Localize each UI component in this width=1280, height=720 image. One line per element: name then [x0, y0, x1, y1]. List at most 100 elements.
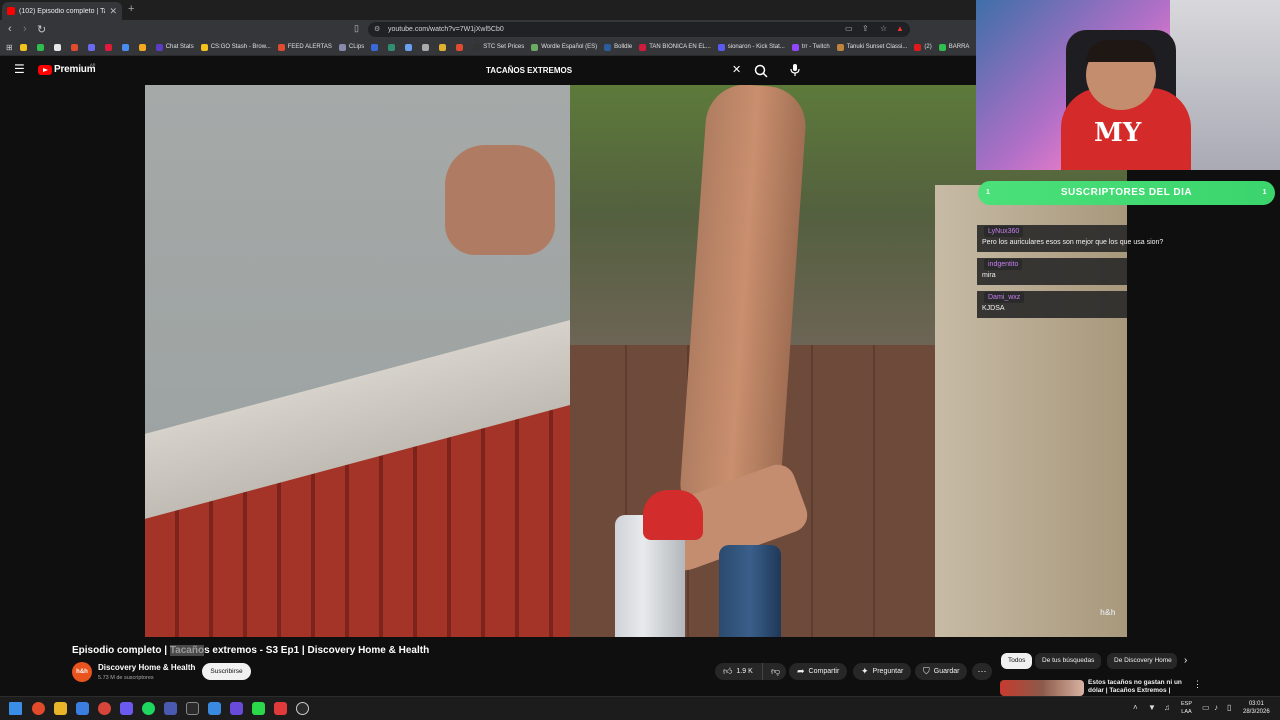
battery-icon[interactable]: ▯ [1227, 703, 1231, 712]
chip-all[interactable]: Todos [1001, 653, 1033, 669]
bookmark-item[interactable]: CLips [338, 43, 364, 51]
bookmark-page-icon[interactable]: ▯ [354, 23, 359, 34]
settings-icon[interactable] [186, 702, 199, 715]
bookmark-item[interactable] [456, 43, 466, 51]
search-input[interactable]: TACAÑOS EXTREMOS [478, 61, 748, 81]
extension-icon[interactable]: ▲ [896, 24, 904, 33]
channel-name[interactable]: Discovery Home & Health [98, 663, 195, 672]
input-language[interactable]: ESP LAA [1181, 700, 1192, 716]
youtube-logo-icon[interactable] [38, 65, 52, 75]
obs-icon[interactable] [230, 702, 243, 715]
chat-username: indgentito [984, 259, 1023, 270]
brave-browser-icon[interactable] [32, 702, 45, 715]
bookmark-item[interactable]: Chat Stats [155, 43, 194, 51]
video-title: Episodio completo | Tacaños extremos - S… [72, 645, 430, 656]
bookmark-item[interactable] [87, 43, 98, 51]
bookmark-favicon-icon [36, 43, 44, 51]
bookmark-item[interactable] [104, 43, 115, 51]
tab-title: (102) Episodio completo | Tacañ [19, 7, 105, 15]
tray-app-icon[interactable]: ▼ [1148, 703, 1156, 712]
clear-search-icon[interactable]: ✕ [732, 63, 741, 76]
windows-start-icon[interactable] [9, 702, 22, 715]
reload-icon[interactable]: ↻ [37, 23, 46, 36]
bookmark-item[interactable] [371, 43, 381, 51]
recommended-video-thumbnail[interactable] [1000, 680, 1084, 696]
ask-button[interactable]: ✦ Preguntar [853, 663, 912, 680]
bookmark-item[interactable]: Bolldle [604, 43, 632, 51]
bookmark-item[interactable] [422, 43, 432, 51]
bookmark-item[interactable] [388, 43, 398, 51]
chevron-right-icon[interactable]: › [1184, 655, 1187, 666]
bookmark-item[interactable]: sionaron - Kick Stat... [717, 43, 785, 51]
recommended-video-title[interactable]: Estos tacaños no gastan ni un dólar | Ta… [1088, 679, 1188, 695]
like-button[interactable]: 👍︎ 1.9 K [715, 663, 762, 680]
share-button[interactable]: ➦ Compartir [789, 663, 848, 680]
bookmark-icon: ⛉ [923, 666, 930, 676]
chip-from-channel[interactable]: De Discovery Home [1107, 653, 1177, 669]
browser-tab[interactable]: (102) Episodio completo | Tacañ ✕ [2, 2, 122, 20]
dislike-button[interactable]: 👎︎ [762, 663, 786, 680]
bookmark-item[interactable]: BARRA [938, 43, 969, 51]
bookmark-item[interactable]: Wordle Español (ES) [531, 43, 597, 51]
system-clock[interactable]: 03:01 28/3/2026 [1243, 700, 1270, 716]
chat-text: mira [982, 272, 996, 279]
kick-icon[interactable] [252, 702, 265, 715]
channel-watermark: h&h [1100, 608, 1116, 617]
bookmark-item[interactable]: TAN BIONICA EN EL... [639, 43, 711, 51]
mail-icon[interactable] [76, 702, 89, 715]
app-icon[interactable] [164, 702, 177, 715]
spotify-icon[interactable] [142, 702, 155, 715]
bookmark-item[interactable]: FEED ALERTAS [277, 43, 332, 51]
microphone-icon[interactable] [789, 63, 801, 77]
chevron-up-icon[interactable]: ˄ [1133, 703, 1138, 712]
bookmark-favicon-icon [456, 43, 464, 51]
more-vertical-icon[interactable]: ⋮ [1193, 679, 1202, 690]
menu-icon[interactable]: ☰ [14, 62, 25, 76]
bookmark-item[interactable] [439, 43, 449, 51]
save-button[interactable]: ⛉ Guardar [915, 663, 968, 680]
bookmark-item[interactable]: CS:GO Stash - Brow... [200, 43, 271, 51]
search-icon[interactable] [753, 63, 769, 79]
channel-avatar[interactable]: h&h [72, 662, 92, 682]
cast-icon[interactable]: ▭ [845, 24, 853, 33]
streaming-app-icon[interactable] [274, 702, 287, 715]
bookmark-favicon-icon [200, 43, 208, 51]
subscribe-button[interactable]: Suscribirse [202, 663, 251, 680]
network-icon[interactable]: ▭ [1202, 703, 1210, 712]
bookmark-item[interactable]: (2) [914, 43, 932, 51]
steam-icon[interactable] [208, 702, 221, 715]
url-field[interactable]: ⚙ youtube.com/watch?v=7W1jXwl5Cb0 [368, 22, 910, 37]
chrome-icon[interactable] [98, 702, 111, 715]
volume-icon[interactable]: ♪ [1214, 703, 1218, 712]
bookmark-item[interactable] [19, 43, 30, 51]
bookmark-favicon-icon [87, 43, 95, 51]
bookmark-favicon-icon [938, 43, 946, 51]
bookmark-item[interactable] [138, 43, 149, 51]
close-tab-icon[interactable]: ✕ [109, 6, 117, 17]
apps-grid-icon[interactable]: ⊞ [6, 43, 13, 52]
bookmark-item[interactable] [405, 43, 415, 51]
chip-from-searches[interactable]: De tus búsquedas [1035, 653, 1102, 669]
bookmark-item[interactable]: trr - Twitch [791, 43, 830, 51]
webcam-streamer-hair [1086, 40, 1156, 62]
bookmark-favicon-icon [70, 43, 78, 51]
bookmark-item[interactable]: STC Set Prices [473, 43, 524, 51]
bookmark-item[interactable]: Tanuki Sunset Classi... [836, 43, 907, 51]
app-icon[interactable] [296, 702, 309, 715]
bookmark-item[interactable] [70, 43, 81, 51]
back-icon[interactable]: ‹ [8, 23, 12, 35]
star-icon[interactable]: ☆ [880, 24, 887, 33]
bookmark-item[interactable] [121, 43, 132, 51]
microphone-tray-icon[interactable]: ♫ [1164, 703, 1170, 712]
more-actions-button[interactable]: ⋯ [972, 663, 992, 680]
share-page-icon[interactable]: ⇪ [862, 24, 869, 33]
file-explorer-icon[interactable] [54, 702, 67, 715]
bookmark-item[interactable] [53, 43, 64, 51]
site-info-icon[interactable]: ⚙ [374, 22, 380, 37]
new-tab-button[interactable]: + [128, 3, 134, 15]
bookmark-favicon-icon [19, 43, 27, 51]
bookmark-item[interactable] [36, 43, 47, 51]
forward-icon[interactable]: › [23, 23, 27, 35]
discord-icon[interactable] [120, 702, 133, 715]
bookmark-favicon-icon [604, 43, 612, 51]
